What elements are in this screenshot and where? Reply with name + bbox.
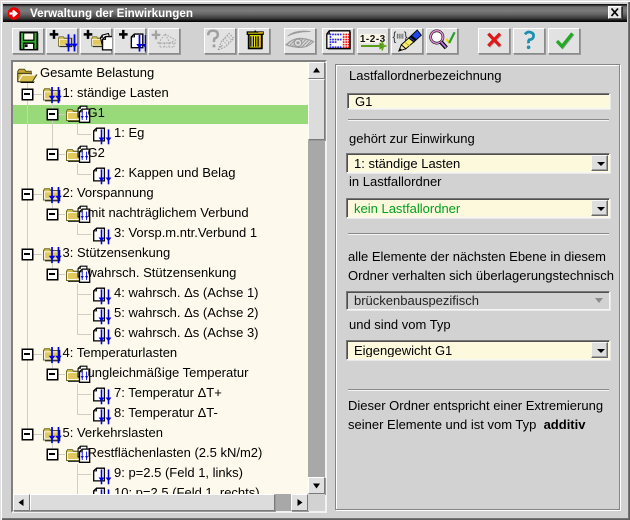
svg-text:{: { (393, 32, 397, 44)
